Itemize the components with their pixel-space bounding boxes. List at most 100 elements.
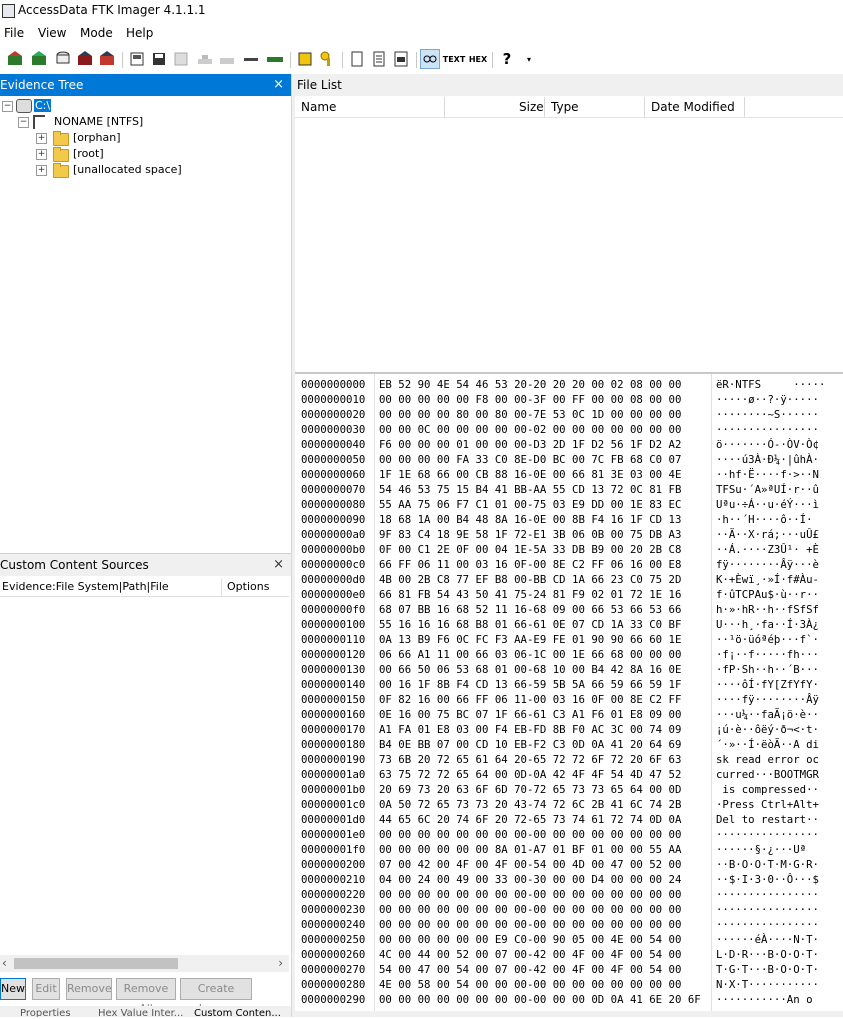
image-mounting-icon[interactable] xyxy=(54,50,72,68)
tab-custom-content[interactable]: Custom Conten... xyxy=(194,1008,281,1017)
tree-drive-label[interactable]: C:\ xyxy=(34,99,52,112)
export-files-icon[interactable] xyxy=(348,50,366,68)
tree-folder-label[interactable]: [unallocated space] xyxy=(73,163,182,176)
toolbar-separator xyxy=(290,52,291,68)
expand-icon[interactable]: + xyxy=(36,149,47,160)
hex-ascii: ····fÿ········Âÿ xyxy=(716,693,819,706)
hex-bytes: EB 52 90 4E 54 46 53 20-20 20 20 00 02 0… xyxy=(379,378,682,391)
obtain-protected-files-icon[interactable] xyxy=(296,50,314,68)
hex-viewer[interactable]: 0000000000 EB 52 90 4E 54 46 53 20-20 20 … xyxy=(295,372,843,1019)
tree-folder-label[interactable]: [orphan] xyxy=(73,131,121,144)
tree-folder-label[interactable]: [root] xyxy=(73,147,104,160)
remove-evidence-icon[interactable] xyxy=(76,50,94,68)
hex-offset: 0000000120 xyxy=(301,648,366,661)
expand-icon[interactable]: + xyxy=(36,165,47,176)
scroll-right-icon[interactable]: › xyxy=(278,956,283,970)
horizontal-scrollbar[interactable]: ‹ › xyxy=(0,955,289,972)
menu-file[interactable]: File xyxy=(4,26,24,40)
tab-properties[interactable]: Properties xyxy=(20,1008,71,1017)
hex-ascii: ················ xyxy=(716,423,819,436)
hex-offset: 00000001f0 xyxy=(301,843,366,856)
create-disk-image-icon[interactable] xyxy=(128,50,146,68)
toolbar-separator xyxy=(342,52,343,68)
hex-ascii: ················ xyxy=(716,918,819,931)
hex-bytes: 07 00 42 00 4F 00 4F 00-54 00 4D 00 47 0… xyxy=(379,858,682,871)
menu-help[interactable]: Help xyxy=(126,26,153,40)
add-all-evidence-icon[interactable] xyxy=(30,50,48,68)
hex-offset: 0000000280 xyxy=(301,978,366,991)
export-file-hash-list-icon[interactable] xyxy=(370,50,388,68)
expand-icon[interactable]: + xyxy=(36,133,47,144)
drive-icon xyxy=(16,99,32,113)
hex-offset: 00000000d0 xyxy=(301,573,366,586)
hex-ascii: curred···BOOTMGR xyxy=(716,768,819,781)
status-bar xyxy=(295,1011,843,1017)
custom-content-columns: Evidence:File System|Path|File Options xyxy=(0,578,289,597)
column-type[interactable]: Type xyxy=(551,100,579,114)
hex-ascii: sk read error oc xyxy=(716,753,819,766)
hex-offset: 0000000110 xyxy=(301,633,366,646)
view-hex-icon[interactable]: HEX xyxy=(468,50,488,68)
hex-offset: 0000000240 xyxy=(301,918,366,931)
add-to-custom-content-icon[interactable] xyxy=(196,50,214,68)
export-directory-listing-icon[interactable] xyxy=(392,50,410,68)
collapse-icon[interactable]: − xyxy=(2,101,13,112)
menu-mode[interactable]: Mode xyxy=(80,26,113,40)
remove-all-evidence-icon[interactable] xyxy=(98,50,116,68)
hex-ascii: ···u¼··faÃ¡ö·è·· xyxy=(716,708,819,721)
decrypt-icon[interactable] xyxy=(242,50,260,68)
hex-bytes: A1 FA 01 E8 03 00 F4 EB-FD 8B F0 AC 3C 0… xyxy=(379,723,682,736)
file-list-body[interactable] xyxy=(295,118,843,370)
create-custom-content-image-icon[interactable] xyxy=(218,50,236,68)
hex-ascii: ······éÀ····N·T· xyxy=(716,933,819,946)
tab-hex-value-interpreter[interactable]: Hex Value Inter... xyxy=(98,1008,183,1017)
hex-bytes: 0F 00 C1 2E 0F 00 04 1E-5A 33 DB B9 00 2… xyxy=(379,543,682,556)
hex-ascii: f·ûTCPAu$·ù··r·· xyxy=(716,588,819,601)
view-auto-icon[interactable] xyxy=(420,49,440,69)
view-text-icon[interactable]: TEXT xyxy=(443,50,466,68)
menu-view[interactable]: View xyxy=(38,26,66,40)
hex-offset: 00000000f0 xyxy=(301,603,366,616)
hex-bytes: 00 66 50 06 53 68 01 00-68 10 00 B4 42 8… xyxy=(379,663,682,676)
hex-ascii: ·h··´H····ô··Í· xyxy=(716,513,813,526)
file-list-header: File List xyxy=(295,74,843,96)
column-options[interactable]: Options xyxy=(227,580,269,593)
hex-bytes: 0E 16 00 75 BC 07 1F 66-61 C3 A1 F6 01 E… xyxy=(379,708,682,721)
add-evidence-icon[interactable] xyxy=(6,50,24,68)
hex-ascii: ················ xyxy=(716,903,819,916)
help-icon[interactable]: ? xyxy=(498,50,516,68)
hex-bytes: 0F 82 16 00 66 FF 06 11-00 03 16 0F 00 8… xyxy=(379,693,682,706)
close-icon[interactable]: × xyxy=(273,557,284,572)
tree-partition-label[interactable]: NONAME [NTFS] xyxy=(54,115,143,128)
column-date-modified[interactable]: Date Modified xyxy=(651,100,735,114)
hex-bytes: 9F 83 C4 18 9E 58 1F 72-E1 3B 06 0B 00 7… xyxy=(379,528,682,541)
toolbar-overflow-icon[interactable]: ▾ xyxy=(520,50,538,68)
scroll-left-icon[interactable]: ‹ xyxy=(2,956,7,970)
detect-efs-icon[interactable] xyxy=(318,50,336,68)
column-size[interactable]: Size xyxy=(519,100,544,114)
create-image-button[interactable]: Create Image xyxy=(180,978,252,1015)
folder-icon xyxy=(53,147,69,162)
export-logical-image-icon[interactable] xyxy=(172,50,190,68)
hex-offset: 00000000b0 xyxy=(301,543,366,556)
close-icon[interactable]: × xyxy=(273,77,284,92)
remove-button[interactable]: Remove xyxy=(66,978,112,1000)
column-name[interactable]: Name xyxy=(301,100,336,114)
new-button[interactable]: New xyxy=(0,978,26,1000)
column-evidence[interactable]: Evidence:File System|Path|File xyxy=(2,580,169,593)
hex-bytes: 1F 1E 68 66 00 CB 88 16-0E 00 66 81 3E 0… xyxy=(379,468,682,481)
hex-bytes: 54 00 47 00 54 00 07 00-42 00 4F 00 4F 0… xyxy=(379,963,682,976)
hex-bytes: 55 AA 75 06 F7 C1 01 00-75 03 E9 DD 00 1… xyxy=(379,498,682,511)
hex-bytes: 4C 00 44 00 52 00 07 00-42 00 4F 00 4F 0… xyxy=(379,948,682,961)
scrollbar-thumb[interactable] xyxy=(14,958,178,969)
hex-ascii: fÿ········Âÿ···è xyxy=(716,558,819,571)
title-bar: AccessData FTK Imager 4.1.1.1 xyxy=(0,0,843,22)
capture-memory-icon[interactable] xyxy=(266,50,284,68)
edit-button[interactable]: Edit xyxy=(32,978,60,1000)
hex-bytes: 00 16 1F 8B F4 CD 13 66-59 5B 5A 66 59 6… xyxy=(379,678,682,691)
remove-all-button[interactable]: Remove All xyxy=(116,978,176,1015)
export-disk-image-icon[interactable] xyxy=(150,50,168,68)
collapse-icon[interactable]: − xyxy=(18,117,29,128)
hex-ascii: ´·»··Í·ëòÃ··A di xyxy=(716,738,819,751)
hex-ascii: K·+Èwï¸·»Í·f#Àu- xyxy=(716,573,819,586)
